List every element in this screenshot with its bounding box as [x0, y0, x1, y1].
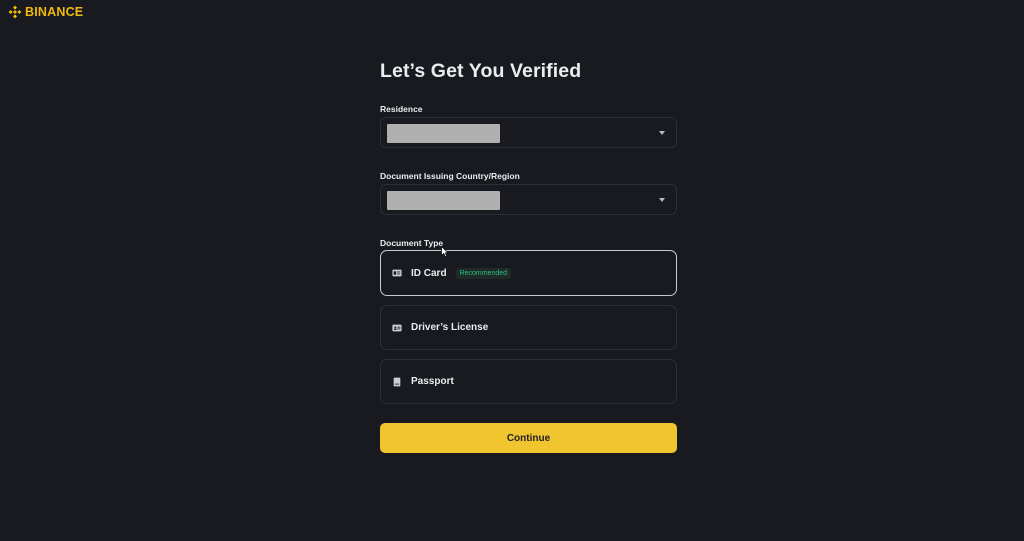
doc-option-label: Driver’s License — [411, 322, 489, 333]
doc-option-label: ID Card — [411, 267, 447, 279]
page-title: Let’s Get You Verified — [380, 60, 582, 82]
mouse-cursor-icon — [441, 246, 449, 258]
id-card-icon — [392, 269, 402, 277]
chevron-down-icon — [659, 198, 665, 202]
recommended-badge: Recommended — [455, 267, 512, 279]
continue-button[interactable]: Continue — [380, 423, 677, 453]
binance-logo-icon — [8, 5, 22, 19]
doc-option-drivers-license[interactable]: Driver’s License — [380, 305, 677, 350]
doc-option-id-card[interactable]: ID Card Recommended — [380, 250, 677, 296]
brand-name: BINANCE — [25, 5, 84, 19]
redacted-value — [387, 124, 500, 143]
issuing-country-select[interactable] — [380, 184, 677, 215]
drivers-license-icon — [392, 324, 402, 331]
doc-option-passport[interactable]: Passport — [380, 359, 677, 404]
residence-select[interactable] — [380, 117, 677, 148]
chevron-down-icon — [659, 131, 665, 135]
passport-icon — [393, 377, 401, 386]
redacted-value — [387, 191, 500, 210]
binance-logo[interactable]: BINANCE — [8, 5, 83, 19]
residence-label: Residence — [380, 104, 423, 114]
issuing-country-label: Document Issuing Country/Region — [380, 171, 520, 181]
doc-option-label: Passport — [411, 376, 454, 387]
verification-panel: Let’s Get You Verified Residence Documen… — [380, 58, 677, 453]
document-type-label: Document Type — [380, 238, 444, 248]
